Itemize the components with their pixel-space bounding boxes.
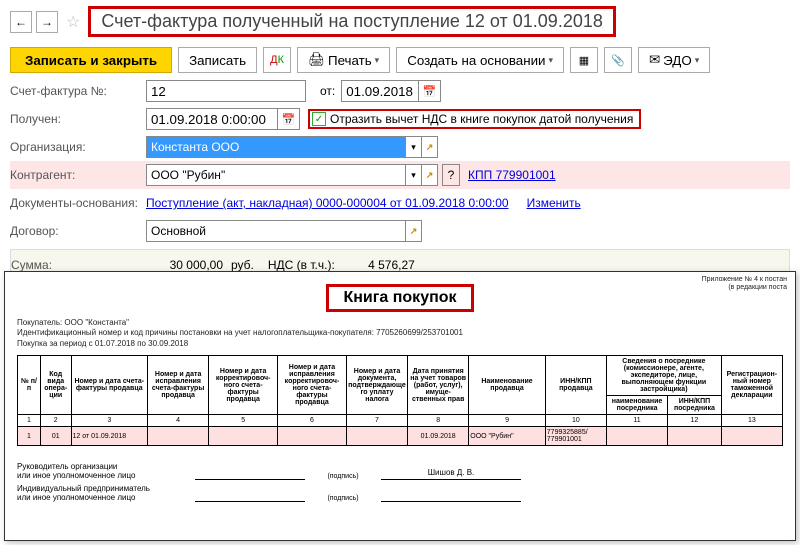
agent-open-icon[interactable]: ↗ [422, 164, 438, 186]
page-title: Счет-фактура полученный на поступление 1… [88, 6, 616, 37]
purchase-book-table: № п/п Код вида опера-ции Номер и дата сч… [17, 355, 783, 446]
table-row: 1 01 12 от 01.09.2018 01.09.2018 ООО "Ру… [18, 427, 783, 446]
edit-link[interactable]: Изменить [527, 196, 581, 210]
kpp-link[interactable]: КПП 779901001 [468, 168, 556, 182]
print-button[interactable]: 🖨 Печать [297, 47, 390, 73]
attach-icon-button[interactable]: 📎 [604, 47, 632, 73]
org-input[interactable]: Константа ООО [146, 136, 406, 158]
basis-label: Документы-основания: [10, 196, 146, 210]
basis-link[interactable]: Поступление (акт, накладная) 0000-000004… [146, 196, 509, 210]
save-close-button[interactable]: Записать и закрыть [10, 47, 172, 73]
currency: руб. [227, 258, 258, 272]
received-input[interactable] [146, 108, 278, 130]
buyer-line: Покупатель: ООО "Константа" [17, 318, 783, 328]
vat-label: НДС (в т.ч.): [264, 258, 339, 272]
sum-value: 30 000,00 [147, 258, 227, 272]
nav-fwd-button[interactable]: → [36, 11, 58, 33]
sign-role-1b: или иное уполномоченное лицо [17, 471, 187, 480]
right-note-2: (в редакции поста [702, 284, 787, 292]
print-icon: 🖨 [308, 52, 325, 68]
book-title: Книга покупок [326, 284, 473, 312]
agent-help-button[interactable]: ? [442, 164, 460, 186]
org-dropdown-icon[interactable]: ▾ [406, 136, 422, 158]
create-based-button[interactable]: Создать на основании [396, 47, 564, 73]
sign-name: Шишов Д. В. [428, 468, 475, 477]
received-label: Получен: [10, 112, 146, 126]
agent-dropdown-icon[interactable]: ▾ [406, 164, 422, 186]
nav-back-button[interactable]: ← [10, 11, 32, 33]
period-line: Покупка за период с 01.07.2018 по 30.09.… [17, 339, 783, 349]
deduct-label: Отразить вычет НДС в книге покупок датой… [330, 112, 633, 126]
calendar-icon[interactable]: 📅 [419, 80, 441, 102]
unknown-icon-1[interactable]: ▦ [570, 47, 598, 73]
sign-tag-2: (подпись) [313, 495, 373, 502]
right-note-1: Приложение № 4 к постан [702, 276, 787, 284]
contract-label: Договор: [10, 224, 146, 238]
deduct-checkbox[interactable]: ✓ [312, 112, 326, 126]
vat-value: 4 576,27 [339, 258, 419, 272]
org-open-icon[interactable]: ↗ [422, 136, 438, 158]
agent-input[interactable]: ООО "Рубин" [146, 164, 406, 186]
agent-label: Контрагент: [10, 168, 146, 182]
dtkt-icon-button[interactable]: ДК [263, 47, 291, 73]
sign-role-2: Индивидуальный предприниматель [17, 484, 187, 493]
invoice-no-input[interactable] [146, 80, 306, 102]
purchase-book-preview: Приложение № 4 к постан (в редакции пост… [4, 271, 796, 541]
invoice-no-label: Счет-фактура №: [10, 84, 146, 98]
edo-button[interactable]: ✉ ЭДО [638, 47, 710, 73]
inn-line: Идентификационный номер и код причины по… [17, 328, 783, 338]
edo-icon: ✉ [649, 52, 660, 68]
save-button[interactable]: Записать [178, 47, 257, 73]
sign-tag-1: (подпись) [313, 473, 373, 480]
sum-label: Сумма: [11, 258, 147, 272]
contract-open-icon[interactable]: ↗ [406, 220, 422, 242]
sign-role-1: Руководитель организации [17, 462, 187, 471]
calendar-icon-2[interactable]: 📅 [278, 108, 300, 130]
favorite-star-icon[interactable]: ☆ [66, 12, 80, 32]
from-label: от: [320, 84, 335, 98]
from-date-input[interactable] [341, 80, 419, 102]
org-label: Организация: [10, 140, 146, 154]
contract-input[interactable]: Основной [146, 220, 406, 242]
sign-role-2b: или иное уполномоченное лицо [17, 493, 187, 502]
